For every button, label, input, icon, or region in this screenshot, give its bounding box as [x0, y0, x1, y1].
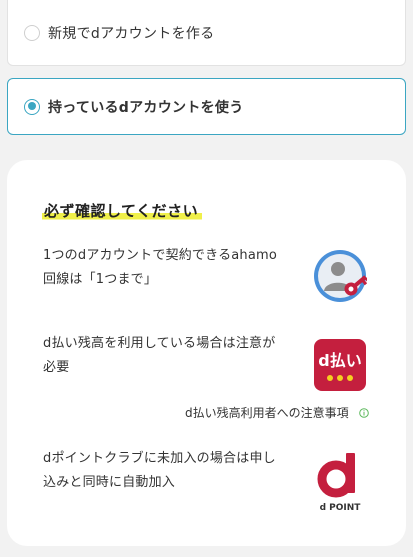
info-icon [358, 407, 369, 418]
radio-existing-account[interactable] [24, 98, 40, 115]
list-item-2: d払い残高を利用している場合は注意が 必要 [43, 332, 298, 380]
d-barai-icon: d払い [314, 339, 366, 391]
option-new-account-label: 新規でdアカウントを作る [48, 26, 215, 42]
list-item-3-line1: dポイントクラブに未加入の場合は申し [43, 451, 276, 466]
list-item-2-line1: d払い残高を利用している場合は注意が [43, 336, 276, 351]
d-point-icon: d POINT [317, 453, 362, 513]
user-key-icon [314, 250, 367, 302]
list-item-3: dポイントクラブに未加入の場合は申し 込みと同時に自動加入 [43, 447, 298, 495]
list-item-1-line2: 回線は「1つまで」 [43, 272, 158, 287]
option-new-account[interactable]: 新規でdアカウントを作る [7, 0, 406, 66]
note-link-label: d払い残高利用者への注意事項 [185, 406, 349, 420]
radio-new-account[interactable] [24, 25, 40, 41]
card-title: 必ず確認してください [42, 200, 203, 221]
list-item-2-line2: 必要 [43, 360, 70, 375]
confirmation-card: 必ず確認してください 1つのdアカウントで契約できるahamo 回線は「1つまで… [7, 160, 406, 546]
d-point-logo-text: d POINT [320, 503, 362, 513]
note-link-d-barai[interactable]: d払い残高利用者への注意事項 [185, 404, 369, 421]
option-existing-account[interactable]: 持っているdアカウントを使う [7, 78, 406, 135]
list-item-1-line1: 1つのdアカウントで契約できるahamo [43, 248, 278, 263]
d-barai-logo-text: d払い [318, 351, 361, 370]
list-item-1: 1つのdアカウントで契約できるahamo 回線は「1つまで」 [43, 244, 298, 292]
list-item-3-line2: 込みと同時に自動加入 [43, 475, 176, 490]
option-existing-account-label: 持っているdアカウントを使う [48, 99, 244, 116]
